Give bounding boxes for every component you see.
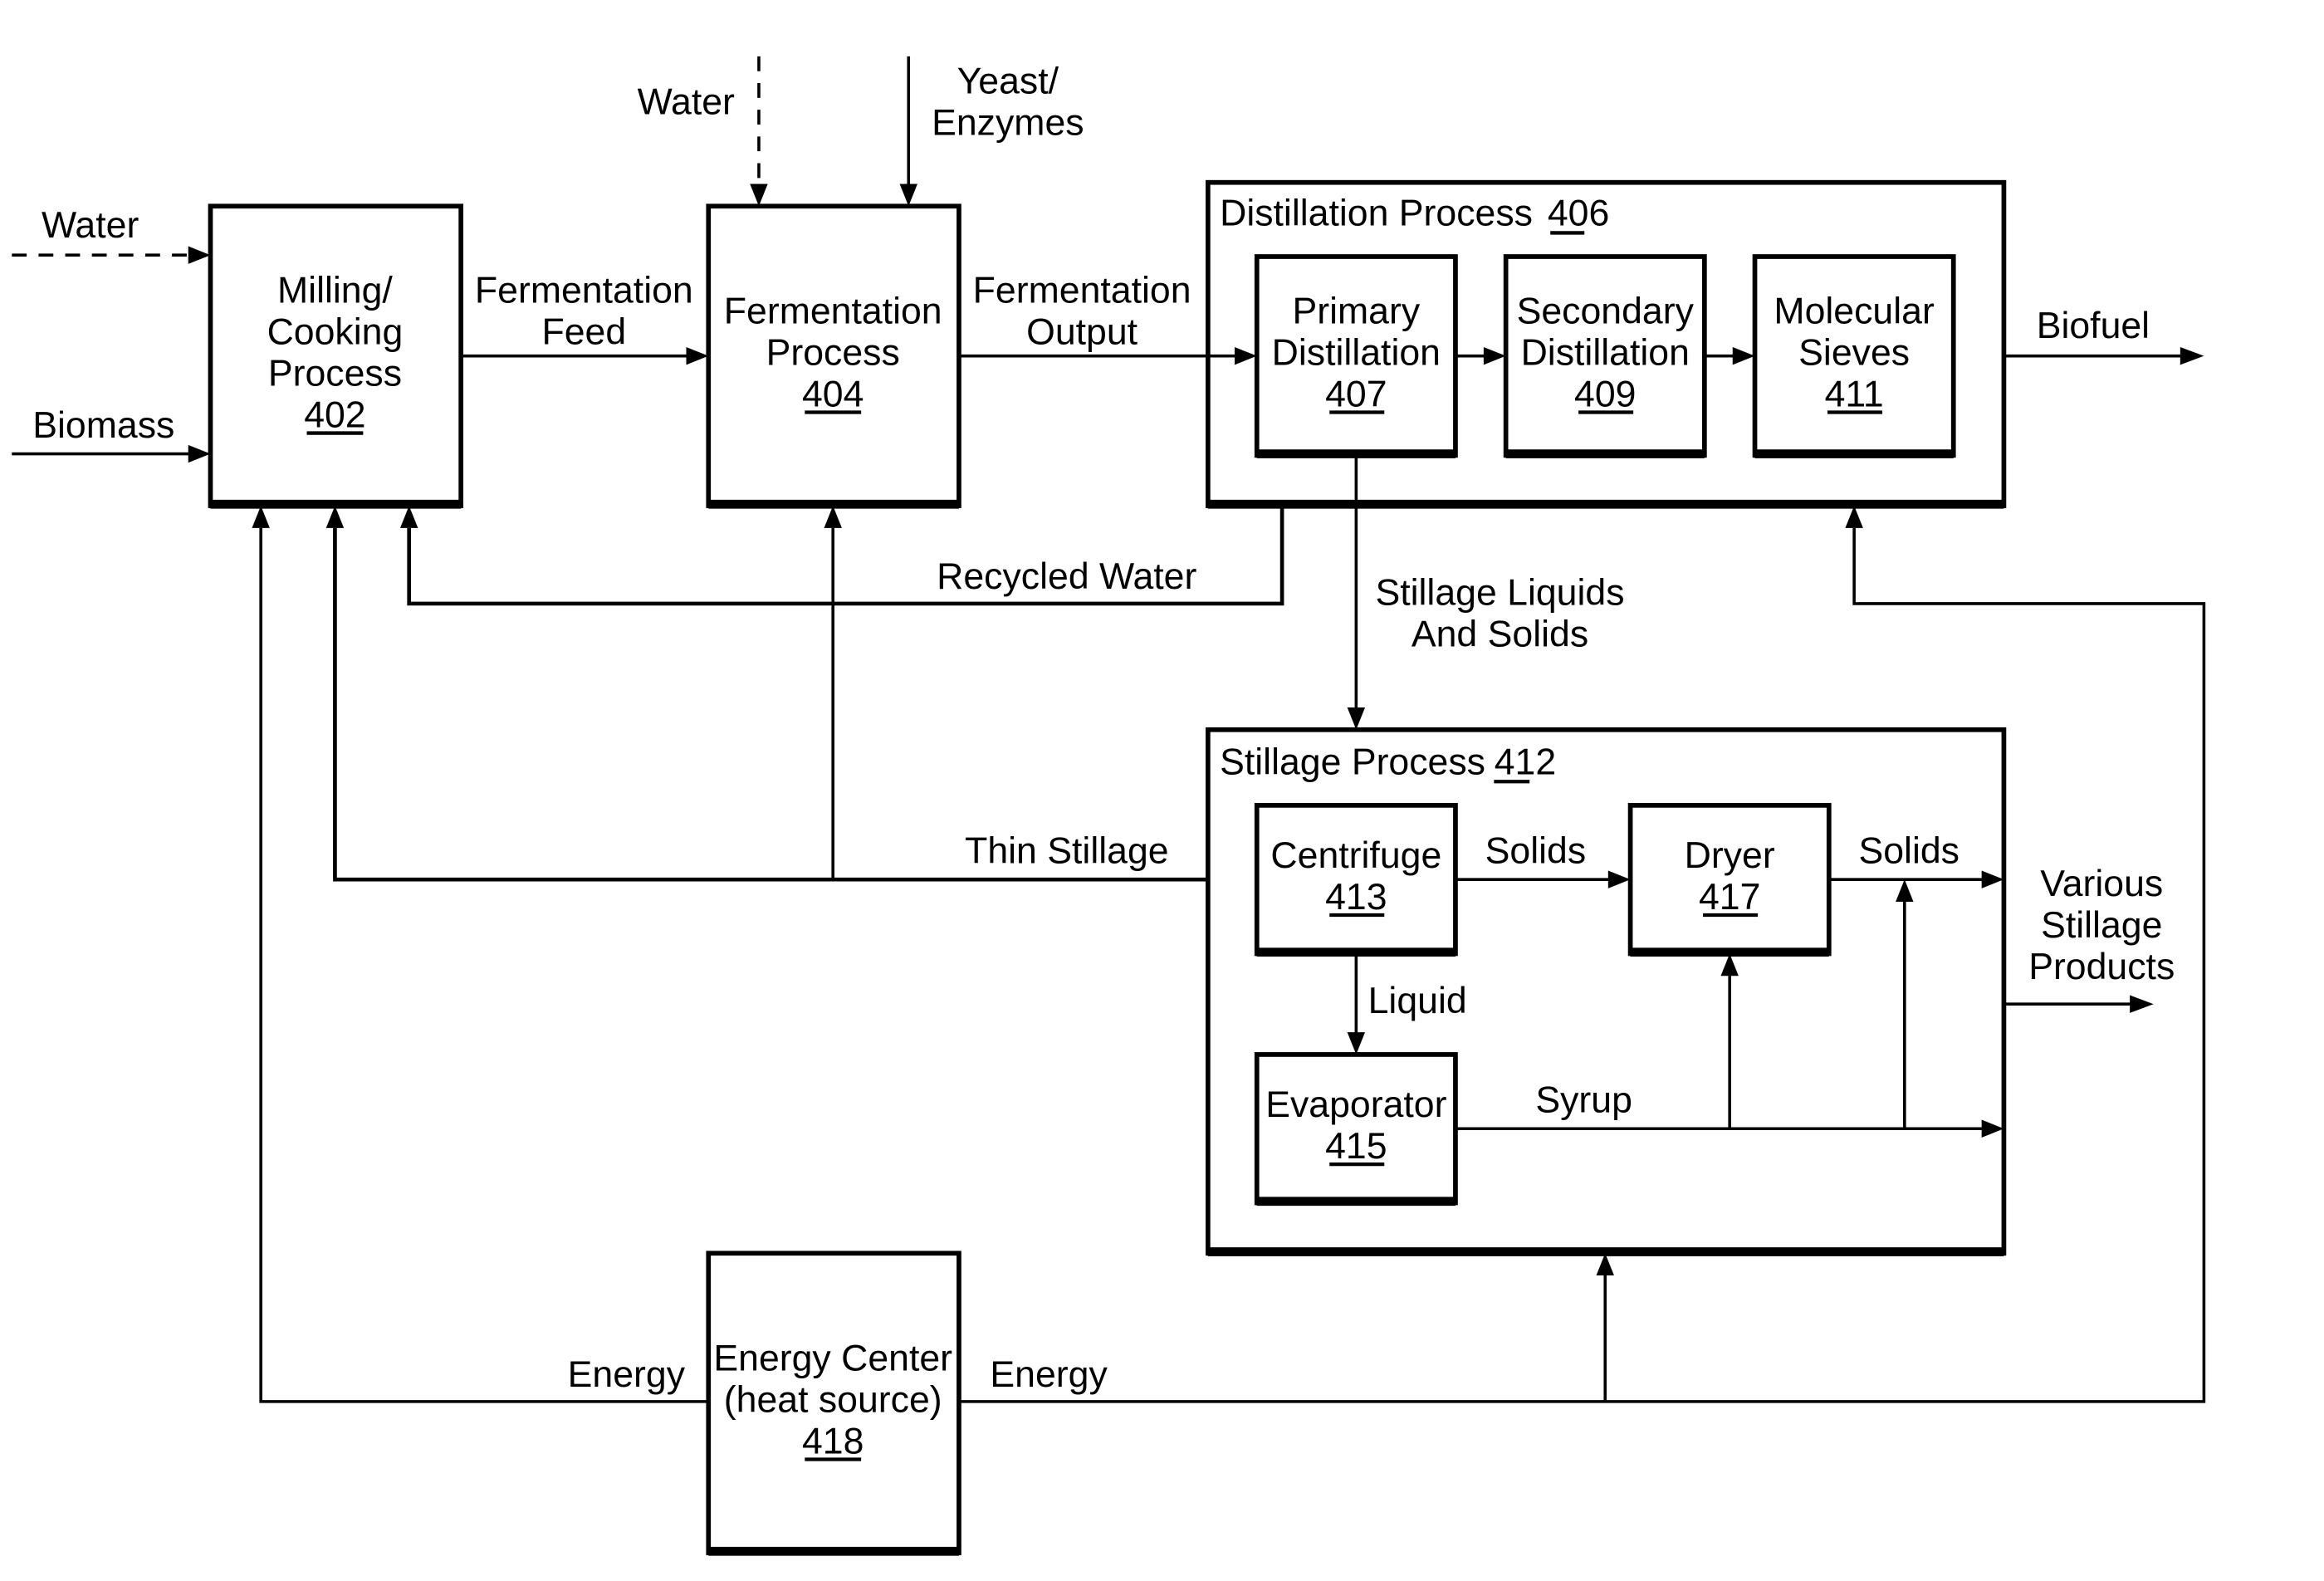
solids-label-1: Solids [1485, 831, 1587, 872]
energy-label-1: Energy Center [713, 1338, 952, 1378]
energy-label-2: (heat source) [724, 1379, 942, 1420]
thin-stillage-label: Thin Stillage [965, 831, 1169, 872]
water-fermentation-arrowhead [750, 184, 768, 207]
energy-ref: 418 [802, 1421, 864, 1461]
solids-label-2: Solids [1858, 831, 1959, 872]
recycled-water-label: Recycled Water [937, 556, 1196, 597]
sieves-ref: 411 [1825, 374, 1884, 414]
biofuel-process-diagram: Milling/ Cooking Process 402 Fermentatio… [12, 56, 2206, 1556]
distillation-title: Distillation Process 406 [1220, 193, 1609, 233]
milling-cooking-block: Milling/ Cooking Process 402 [208, 203, 464, 508]
dryer-ref: 417 [1699, 877, 1760, 918]
stillage-title-text: Stillage Process [1220, 742, 1485, 782]
fermentation-feed-label-1: Fermentation [475, 270, 693, 311]
energy-distillation-arrowhead [1845, 506, 1863, 528]
stillage-process-block: Stillage Process 412 Centrifuge 413 Dryer… [1205, 727, 2007, 1256]
dryer-label: Dryer [1685, 835, 1775, 876]
water-milling-arrowhead [188, 246, 211, 264]
evaporator-label: Evaporator [1265, 1084, 1446, 1125]
fermentation-feed-label-2: Feed [541, 311, 626, 352]
primary-ref: 407 [1325, 374, 1387, 414]
fermentation-output-label-2: Output [1026, 311, 1138, 352]
primary-label-1: Primary [1293, 291, 1421, 331]
milling-label-2: Cooking [267, 311, 404, 352]
stillage-liquids-label-2: And Solids [1412, 614, 1588, 655]
recycled-water-arrowhead [399, 506, 418, 528]
primary-label-2: Distillation [1272, 332, 1441, 373]
various-label-3: Products [2028, 947, 2175, 987]
fermentation-label-2: Process [766, 332, 900, 373]
yeast-arrowhead [899, 184, 917, 207]
various-products-arrowhead [2130, 995, 2154, 1013]
fermentation-feed-arrowhead [686, 346, 709, 365]
water-fermentation-label: Water [638, 82, 735, 123]
stillage-title: Stillage Process 412 [1220, 742, 1556, 782]
fermentation-block: Fermentation Process 404 [706, 203, 961, 508]
various-label-2: Stillage [2041, 905, 2162, 946]
biomass-label: Biomass [32, 405, 174, 446]
secondary-ref: 409 [1574, 374, 1636, 414]
energy-center-block: Energy Center (heat source) 418 [706, 1251, 961, 1555]
yeast-label-2: Enzymes [932, 103, 1084, 144]
energy-milling-line [259, 527, 709, 1403]
energy-stillage-arrowhead [1596, 1253, 1614, 1276]
stillage-ref-underlined: 12 [1515, 742, 1557, 782]
secondary-label-2: Distillation [1521, 332, 1690, 373]
milling-label-3: Process [268, 353, 402, 394]
biomass-arrowhead [188, 444, 211, 463]
centrifuge-ref: 413 [1325, 877, 1387, 918]
water-milling-label: Water [42, 205, 139, 246]
fermentation-output-label-1: Fermentation [973, 270, 1191, 311]
sieves-label-2: Sieves [1798, 332, 1910, 373]
distillation-ref-prefix: 4 [1548, 193, 1568, 233]
sieves-label-1: Molecular [1774, 291, 1935, 331]
evaporator-ref: 415 [1325, 1126, 1387, 1167]
fermentation-label-1: Fermentation [724, 291, 942, 331]
syrup-label: Syrup [1535, 1080, 1632, 1121]
thin-stillage-milling-arrowhead [325, 506, 345, 528]
various-label-1: Various [2040, 864, 2163, 904]
stillage-ref-prefix: 4 [1495, 742, 1515, 782]
energy-right-label: Energy [990, 1354, 1108, 1395]
milling-label-1: Milling/ [277, 270, 393, 311]
distillation-title-text: Distillation Process [1220, 193, 1533, 233]
stillage-liquids-label-1: Stillage Liquids [1375, 573, 1624, 614]
milling-ref: 402 [304, 394, 365, 435]
energy-milling-arrowhead [252, 506, 270, 528]
biofuel-arrowhead [2180, 346, 2204, 365]
liquid-label: Liquid [1368, 981, 1467, 1021]
secondary-label-1: Secondary [1517, 291, 1695, 331]
energy-left-label: Energy [568, 1354, 686, 1395]
yeast-label-1: Yeast/ [957, 61, 1059, 102]
stillage-liquids-arrowhead [1347, 707, 1366, 730]
centrifuge-label: Centrifuge [1270, 835, 1441, 876]
distillation-ref-underlined: 06 [1568, 193, 1610, 233]
biofuel-label: Biofuel [2037, 306, 2150, 346]
thin-stillage-fermentation-arrowhead [824, 506, 842, 528]
fermentation-ref: 404 [802, 374, 864, 414]
